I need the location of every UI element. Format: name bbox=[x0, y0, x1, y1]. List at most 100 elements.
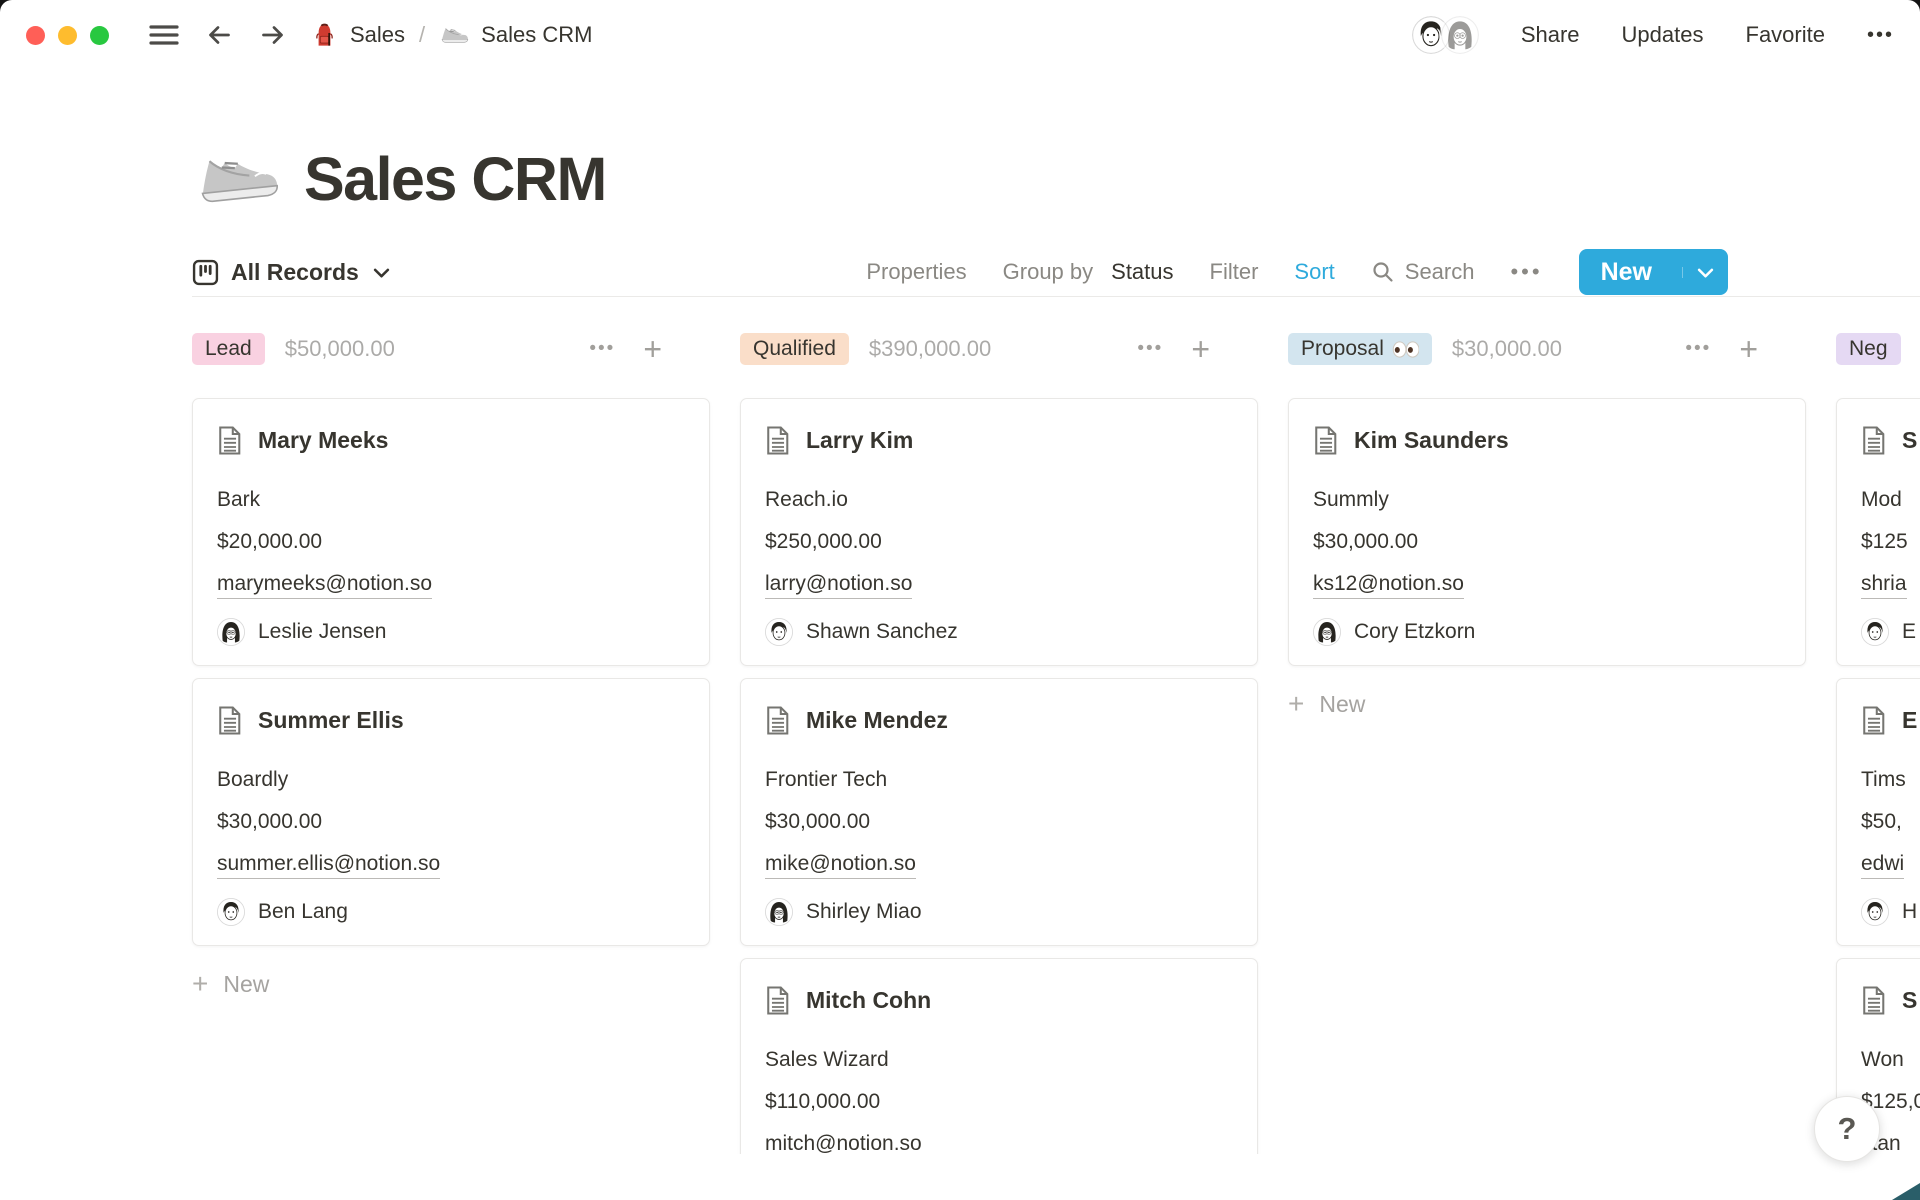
card-company: Boardly bbox=[217, 768, 685, 792]
column-header: Neg bbox=[1836, 332, 1920, 366]
record-card[interactable]: Mary Meeks Bark $20,000.00 marymeeks@not… bbox=[192, 398, 710, 666]
column-cards: S Mod $125 shria E E Tims $50, edwi H S … bbox=[1836, 398, 1920, 1154]
page-icon bbox=[217, 425, 243, 456]
search-button[interactable]: Search bbox=[1371, 259, 1475, 285]
owner-name: E bbox=[1902, 620, 1916, 644]
card-owner: H bbox=[1861, 898, 1920, 926]
add-card-button[interactable]: +New bbox=[1288, 688, 1365, 720]
toolbar-menu: Properties Group by Status Filter Sort S… bbox=[866, 249, 1728, 295]
board-column-lead: Lead $50,000.00 ••• + Mary Meeks Bark $2… bbox=[192, 332, 710, 1154]
breadcrumb-item-sales[interactable]: Sales bbox=[311, 22, 405, 49]
breadcrumb-item-sales-crm[interactable]: Sales CRM bbox=[439, 22, 592, 48]
view-selector-label: All Records bbox=[231, 259, 359, 286]
page-icon bbox=[1861, 425, 1887, 456]
favorite-button[interactable]: Favorite bbox=[1746, 22, 1825, 48]
add-card-button[interactable]: +New bbox=[192, 968, 269, 1000]
filter-button[interactable]: Filter bbox=[1210, 259, 1259, 285]
record-card[interactable]: Mike Mendez Frontier Tech $30,000.00 mik… bbox=[740, 678, 1258, 946]
view-selector[interactable]: All Records bbox=[192, 259, 390, 286]
column-menu-icon[interactable]: ••• bbox=[1137, 338, 1163, 360]
column-add-icon[interactable]: + bbox=[643, 333, 662, 365]
owner-avatar bbox=[217, 898, 245, 926]
owner-name: Cory Etzkorn bbox=[1354, 620, 1475, 644]
record-card[interactable]: Larry Kim Reach.io $250,000.00 larry@not… bbox=[740, 398, 1258, 666]
card-owner: Cory Etzkorn bbox=[1313, 618, 1781, 646]
add-card-label: New bbox=[1319, 691, 1365, 718]
chevron-down-icon bbox=[1697, 267, 1714, 278]
status-badge-label: Proposal bbox=[1301, 337, 1384, 361]
back-button[interactable] bbox=[205, 21, 233, 49]
column-header: Proposal $30,000.00 ••• + bbox=[1288, 332, 1806, 366]
card-email-link[interactable]: edwi bbox=[1861, 852, 1904, 879]
column-add-icon[interactable]: + bbox=[1739, 333, 1758, 365]
card-title: Mitch Cohn bbox=[806, 987, 931, 1014]
card-company: Tims bbox=[1861, 768, 1920, 792]
record-card[interactable]: Kim Saunders Summly $30,000.00 ks12@noti… bbox=[1288, 398, 1806, 666]
add-card-label: New bbox=[223, 971, 269, 998]
board-column-qualified: Qualified $390,000.00 ••• + Larry Kim Re… bbox=[740, 332, 1258, 1154]
owner-avatar bbox=[1861, 618, 1889, 646]
new-record-button[interactable]: New bbox=[1579, 249, 1728, 295]
page-icon bbox=[765, 705, 791, 736]
card-email-link[interactable]: shria bbox=[1861, 572, 1907, 599]
minimize-window-button[interactable] bbox=[58, 26, 77, 45]
zoom-window-button[interactable] bbox=[90, 26, 109, 45]
column-header: Qualified $390,000.00 ••• + bbox=[740, 332, 1258, 366]
eyes-icon bbox=[1392, 341, 1419, 358]
card-owner: Shawn Sanchez bbox=[765, 618, 1233, 646]
board-column-proposal: Proposal $30,000.00 ••• + Kim Saunders S… bbox=[1288, 332, 1806, 1154]
search-icon bbox=[1371, 260, 1395, 284]
card-company: Frontier Tech bbox=[765, 768, 1233, 792]
new-record-dropdown[interactable] bbox=[1682, 267, 1728, 278]
card-company: Bark bbox=[217, 488, 685, 512]
help-button[interactable]: ? bbox=[1814, 1096, 1880, 1162]
column-total: $390,000.00 bbox=[869, 336, 991, 362]
column-menu-icon[interactable]: ••• bbox=[589, 338, 615, 360]
card-company: Won bbox=[1861, 1048, 1920, 1072]
owner-avatar bbox=[1861, 898, 1889, 926]
owner-avatar bbox=[217, 618, 245, 646]
page-icon bbox=[217, 705, 243, 736]
record-card[interactable]: E Tims $50, edwi H bbox=[1836, 678, 1920, 946]
column-add-icon[interactable]: + bbox=[1191, 333, 1210, 365]
hamburger-icon bbox=[149, 23, 179, 47]
sidebar-toggle-button[interactable] bbox=[149, 23, 179, 47]
card-email-link[interactable]: mitch@notion.so bbox=[765, 1132, 922, 1154]
sort-button[interactable]: Sort bbox=[1294, 259, 1334, 285]
sneaker-page-icon[interactable] bbox=[189, 145, 283, 214]
card-amount: $125 bbox=[1861, 530, 1920, 554]
updates-button[interactable]: Updates bbox=[1622, 22, 1704, 48]
card-company: Sales Wizard bbox=[765, 1048, 1233, 1072]
card-title: Kim Saunders bbox=[1354, 427, 1509, 454]
properties-button[interactable]: Properties bbox=[866, 259, 966, 285]
card-email-link[interactable]: mike@notion.so bbox=[765, 852, 916, 879]
view-options-icon[interactable]: ••• bbox=[1510, 259, 1542, 285]
card-amount: $30,000.00 bbox=[765, 810, 1233, 834]
owner-name: Ben Lang bbox=[258, 900, 348, 924]
share-button[interactable]: Share bbox=[1521, 22, 1580, 48]
card-email-link[interactable]: larry@notion.so bbox=[765, 572, 912, 599]
board-column-negotiation: Neg S Mod $125 shria E E Tims $50, edwi … bbox=[1836, 332, 1920, 1154]
card-email-link[interactable]: ks12@notion.so bbox=[1313, 572, 1464, 599]
arrow-right-icon bbox=[259, 21, 287, 49]
card-owner: Ben Lang bbox=[217, 898, 685, 926]
forward-button[interactable] bbox=[259, 21, 287, 49]
card-email-link[interactable]: marymeeks@notion.so bbox=[217, 572, 432, 599]
card-owner: Leslie Jensen bbox=[217, 618, 685, 646]
record-card[interactable]: Summer Ellis Boardly $30,000.00 summer.e… bbox=[192, 678, 710, 946]
more-options-icon[interactable]: ••• bbox=[1867, 24, 1894, 47]
card-email-link[interactable]: summer.ellis@notion.so bbox=[217, 852, 440, 879]
column-total: $30,000.00 bbox=[1452, 336, 1562, 362]
record-card[interactable]: S Mod $125 shria E bbox=[1836, 398, 1920, 666]
collaborator-avatars[interactable] bbox=[1412, 16, 1479, 54]
card-title: Larry Kim bbox=[806, 427, 913, 454]
record-card[interactable]: Mitch Cohn Sales Wizard $110,000.00 mitc… bbox=[740, 958, 1258, 1154]
column-menu-icon[interactable]: ••• bbox=[1685, 338, 1711, 360]
group-by-button[interactable]: Group by Status bbox=[1003, 259, 1174, 285]
owner-avatar bbox=[1313, 618, 1341, 646]
chevron-down-icon bbox=[373, 267, 390, 278]
close-window-button[interactable] bbox=[26, 26, 45, 45]
kanban-board: Lead $50,000.00 ••• + Mary Meeks Bark $2… bbox=[0, 297, 1920, 1154]
status-badge: Proposal bbox=[1288, 333, 1432, 365]
status-badge: Lead bbox=[192, 333, 265, 365]
